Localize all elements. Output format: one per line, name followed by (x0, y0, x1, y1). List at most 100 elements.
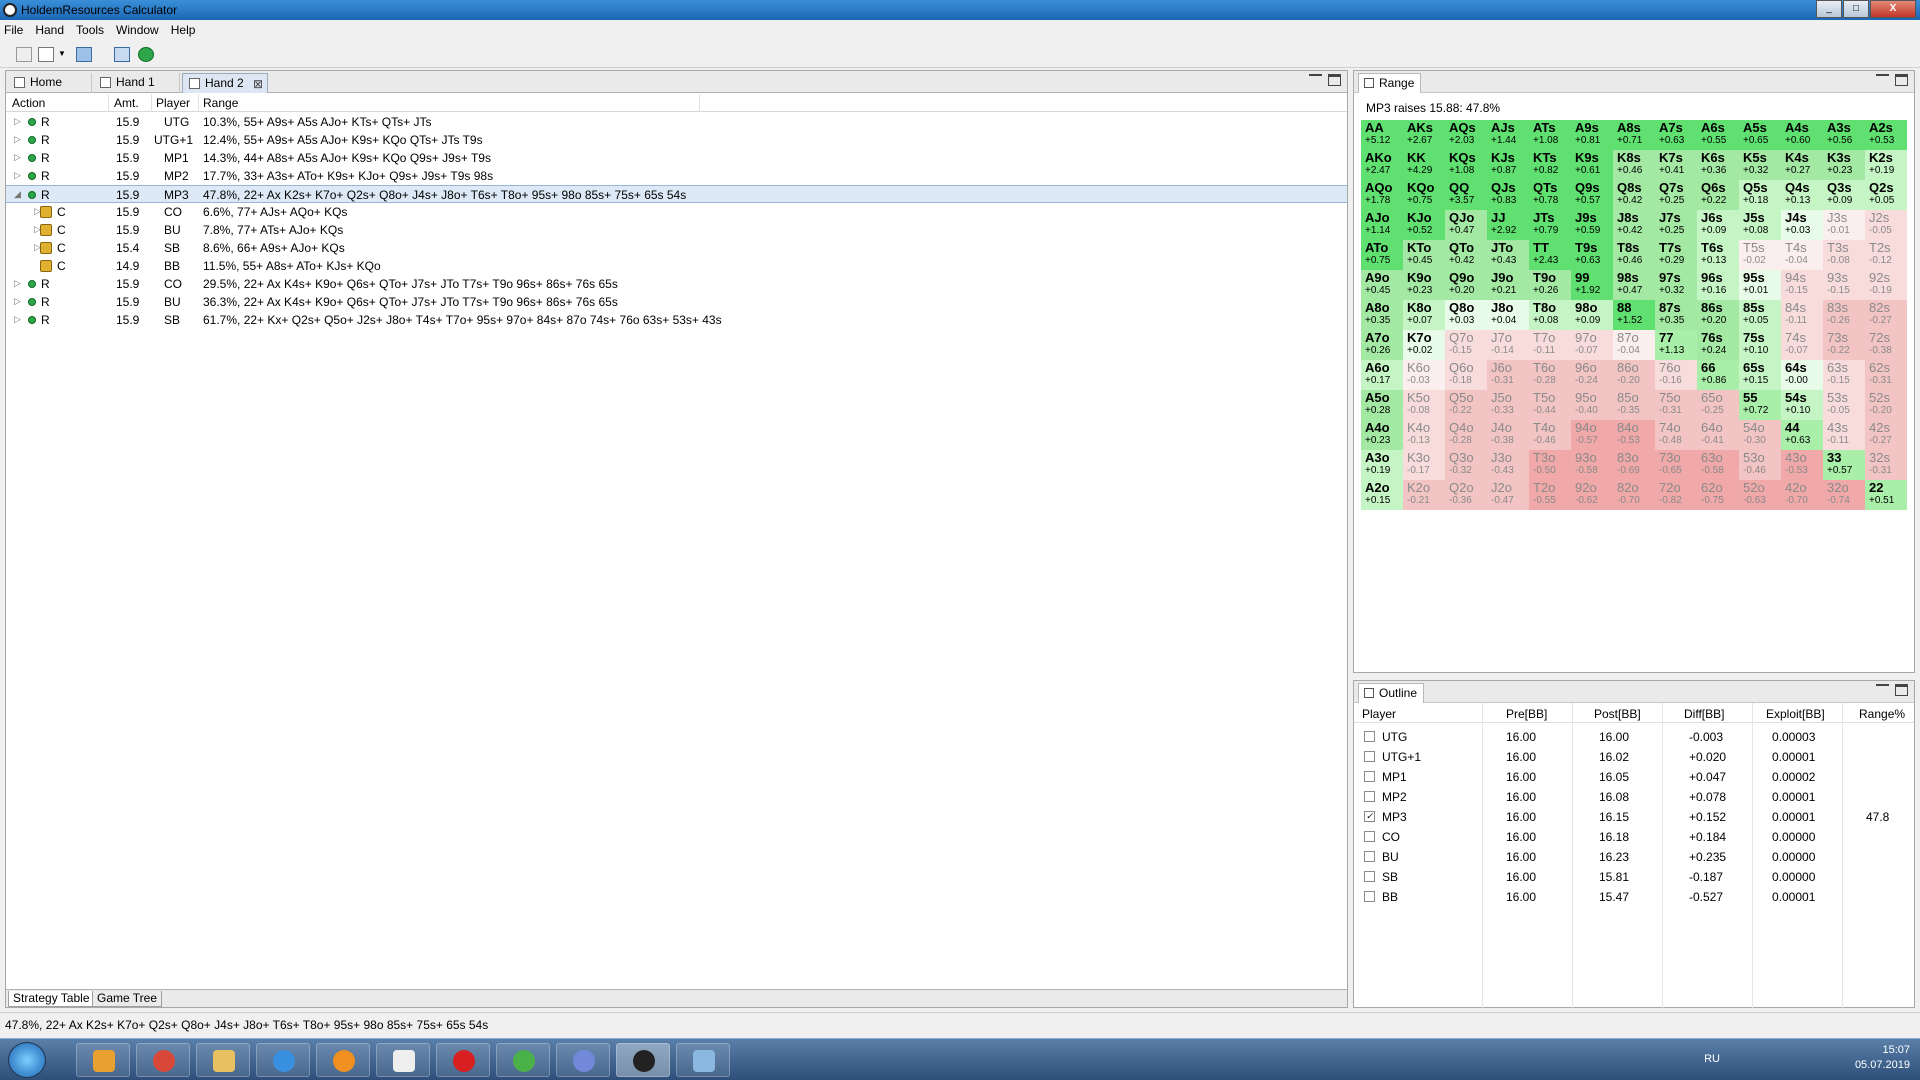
range-cell[interactable]: K2o -0.21 (1403, 480, 1445, 510)
range-cell[interactable]: 43o -0.53 (1781, 450, 1823, 480)
range-cell[interactable]: Q4o -0.28 (1445, 420, 1487, 450)
range-cell[interactable]: 62o -0.75 (1697, 480, 1739, 510)
expand-icon[interactable]: ▷ (14, 134, 21, 145)
range-cell[interactable]: 52s -0.20 (1865, 390, 1907, 420)
range-cell[interactable]: K3s +0.23 (1823, 150, 1865, 180)
range-cell[interactable]: 53s -0.05 (1823, 390, 1865, 420)
range-cell[interactable]: K5s +0.32 (1739, 150, 1781, 180)
player-checkbox[interactable] (1364, 791, 1375, 802)
range-cell[interactable]: Q3s +0.09 (1823, 180, 1865, 210)
range-cell[interactable]: 86s +0.20 (1697, 300, 1739, 330)
menu-help[interactable]: Help (171, 23, 196, 37)
range-cell[interactable]: 92o -0.62 (1571, 480, 1613, 510)
range-cell[interactable]: A6s +0.55 (1697, 120, 1739, 150)
range-cell[interactable]: JTs +0.79 (1529, 210, 1571, 240)
range-cell[interactable]: 97o -0.07 (1571, 330, 1613, 360)
table-row[interactable]: C 14.9 BB 11.5%, 55+ A8s+ ATo+ KJs+ KQo (6, 257, 1347, 275)
range-cell[interactable]: T2o -0.55 (1529, 480, 1571, 510)
col-diff[interactable]: Diff[BB] (1684, 707, 1724, 721)
menu-tools[interactable]: Tools (76, 23, 104, 37)
range-cell[interactable]: QJo +0.47 (1445, 210, 1487, 240)
clock[interactable]: 15:07 05.07.2019 (1855, 1043, 1910, 1073)
range-cell[interactable]: 64s -0.00 (1781, 360, 1823, 390)
range-cell[interactable]: A4o +0.23 (1361, 420, 1403, 450)
range-cell[interactable]: JTo +0.43 (1487, 240, 1529, 270)
range-cell[interactable]: AQs +2.03 (1445, 120, 1487, 150)
range-cell[interactable]: AJs +1.44 (1487, 120, 1529, 150)
taskbar-settings[interactable] (316, 1043, 370, 1077)
range-cell[interactable]: A2s +0.53 (1865, 120, 1907, 150)
range-cell[interactable]: 22 +0.51 (1865, 480, 1907, 510)
range-cell[interactable]: T4o -0.46 (1529, 420, 1571, 450)
range-cell[interactable]: A7s +0.63 (1655, 120, 1697, 150)
range-cell[interactable]: 94o -0.57 (1571, 420, 1613, 450)
range-cell[interactable]: K9o +0.23 (1403, 270, 1445, 300)
range-cell[interactable]: K6s +0.36 (1697, 150, 1739, 180)
range-cell[interactable]: J5o -0.33 (1487, 390, 1529, 420)
expand-icon[interactable]: ▷ (14, 278, 21, 289)
tab-game-tree[interactable]: Game Tree (92, 991, 163, 1007)
lock-icon[interactable] (40, 242, 52, 254)
range-cell[interactable]: Q9o +0.20 (1445, 270, 1487, 300)
range-cell[interactable]: ATo +0.75 (1361, 240, 1403, 270)
range-cell[interactable]: J7s +0.25 (1655, 210, 1697, 240)
range-cell[interactable]: 84s -0.11 (1781, 300, 1823, 330)
range-cell[interactable]: 93s -0.15 (1823, 270, 1865, 300)
range-cell[interactable]: A9s +0.81 (1571, 120, 1613, 150)
range-cell[interactable]: 75s +0.10 (1739, 330, 1781, 360)
table-row[interactable]: ▷ R 15.9 SB 61.7%, 22+ Kx+ Q2s+ Q5o+ J2s+ J8… (6, 311, 1347, 329)
chevron-down-icon[interactable]: ▼ (58, 49, 66, 64)
range-cell[interactable]: T3s -0.08 (1823, 240, 1865, 270)
range-cell[interactable]: 32s -0.31 (1865, 450, 1907, 480)
outline-row[interactable]: SB 16.00 15.81 -0.187 0.00000 (1354, 866, 1914, 886)
table-row[interactable]: ◢ R 15.9 MP3 47.8%, 22+ Ax K2s+ K7o+ Q2s+ Q8… (6, 185, 1347, 203)
col-player[interactable]: Player (1362, 707, 1396, 721)
range-cell[interactable]: J7o -0.14 (1487, 330, 1529, 360)
minimize-view-icon[interactable] (1309, 74, 1322, 86)
range-cell[interactable]: T6o -0.28 (1529, 360, 1571, 390)
range-cell[interactable]: 76o -0.16 (1655, 360, 1697, 390)
table-row[interactable]: ▷ R 15.9 UTG+1 12.4%, 55+ A9s+ A5s AJo+ K9s+… (6, 131, 1347, 149)
tab-home[interactable]: Home (8, 73, 92, 93)
outline-row[interactable]: MP1 16.00 16.05 +0.047 0.00002 (1354, 766, 1914, 786)
range-cell[interactable]: 42o -0.70 (1781, 480, 1823, 510)
range-cell[interactable]: A5o +0.28 (1361, 390, 1403, 420)
range-cell[interactable]: J4o -0.38 (1487, 420, 1529, 450)
range-cell[interactable]: Q7s +0.25 (1655, 180, 1697, 210)
range-cell[interactable]: J2o -0.47 (1487, 480, 1529, 510)
export-icon[interactable] (114, 47, 130, 62)
start-button[interactable] (8, 1042, 46, 1078)
taskbar-opera[interactable] (436, 1043, 490, 1077)
player-checkbox[interactable] (1364, 731, 1375, 742)
range-cell[interactable]: 97s +0.32 (1655, 270, 1697, 300)
range-cell[interactable]: A5s +0.65 (1739, 120, 1781, 150)
range-cell[interactable]: Q2s +0.05 (1865, 180, 1907, 210)
range-cell[interactable]: Q8o +0.03 (1445, 300, 1487, 330)
maximize-view-icon[interactable] (1328, 74, 1341, 86)
lock-icon[interactable] (40, 224, 52, 236)
range-cell[interactable]: ATs +1.08 (1529, 120, 1571, 150)
range-cell[interactable]: J2s -0.05 (1865, 210, 1907, 240)
range-cell[interactable]: 55 +0.72 (1739, 390, 1781, 420)
range-cell[interactable]: K6o -0.03 (1403, 360, 1445, 390)
range-cell[interactable]: 74o -0.48 (1655, 420, 1697, 450)
range-cell[interactable]: Q5s +0.18 (1739, 180, 1781, 210)
range-cell[interactable]: J5s +0.08 (1739, 210, 1781, 240)
range-cell[interactable]: 52o -0.63 (1739, 480, 1781, 510)
maximize-button[interactable]: □ (1843, 0, 1869, 18)
range-cell[interactable]: T5o -0.44 (1529, 390, 1571, 420)
table-row[interactable]: ▷ C 15.9 BU 7.8%, 77+ ATs+ AJo+ KQs (6, 221, 1347, 239)
language-indicator[interactable]: RU (1704, 1053, 1720, 1065)
menu-file[interactable]: File (4, 23, 23, 37)
range-cell[interactable]: 84o -0.53 (1613, 420, 1655, 450)
range-cell[interactable]: QTo +0.42 (1445, 240, 1487, 270)
range-cell[interactable]: 85o -0.35 (1613, 390, 1655, 420)
range-cell[interactable]: 75o -0.31 (1655, 390, 1697, 420)
outline-row[interactable]: BB 16.00 15.47 -0.527 0.00001 (1354, 886, 1914, 906)
range-cell[interactable]: 82o -0.70 (1613, 480, 1655, 510)
player-checkbox[interactable] (1364, 891, 1375, 902)
range-cell[interactable]: 87o -0.04 (1613, 330, 1655, 360)
range-cell[interactable]: Q7o -0.15 (1445, 330, 1487, 360)
range-cell[interactable]: 83s -0.26 (1823, 300, 1865, 330)
table-row[interactable]: ▷ C 15.9 CO 6.6%, 77+ AJs+ AQo+ KQs (6, 203, 1347, 221)
